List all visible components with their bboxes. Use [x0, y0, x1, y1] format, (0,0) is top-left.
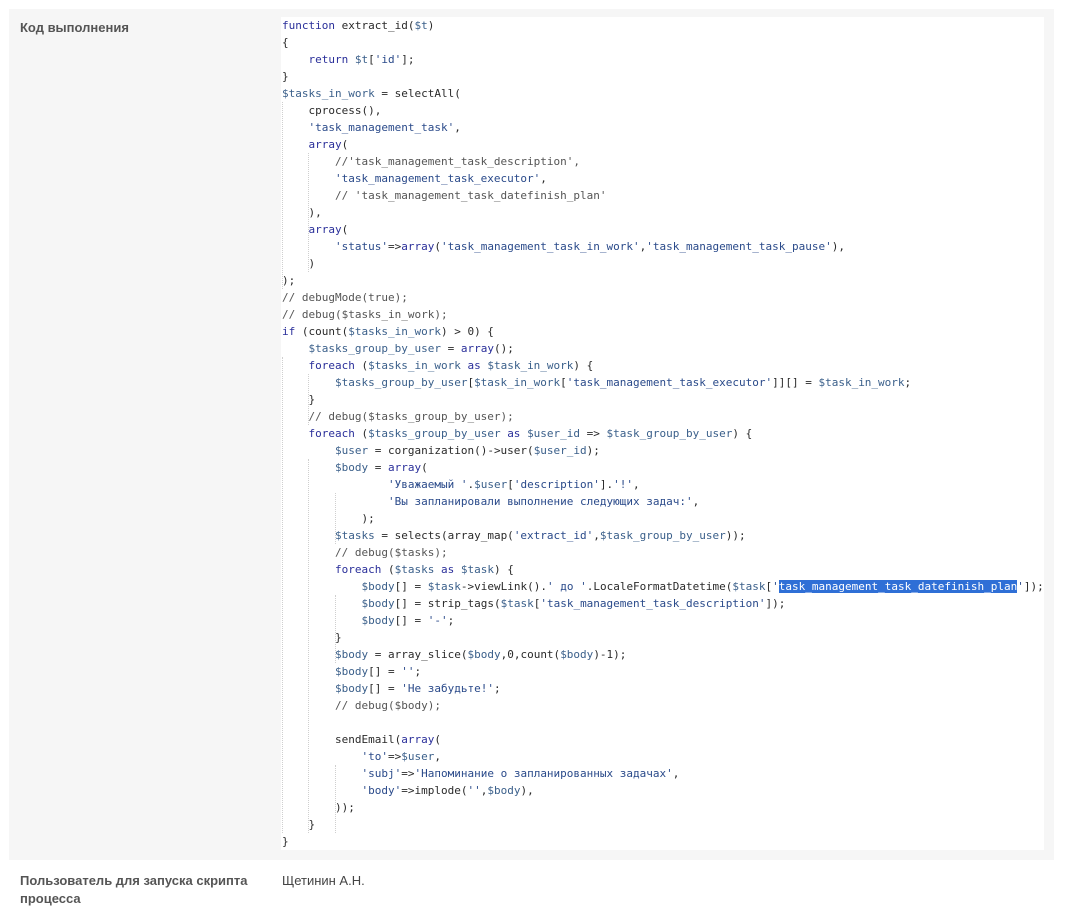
- user-field-label: Пользователь для запуска скрипта процесс…: [20, 873, 248, 906]
- selected-text: task_management_task_datefinish_plan: [778, 580, 1018, 593]
- user-field-value: Щетинин А.Н.: [282, 873, 365, 888]
- code-editor[interactable]: function extract_id($t) { return $t['id'…: [281, 17, 1044, 850]
- code-text[interactable]: function extract_id($t) { return $t['id'…: [282, 17, 1044, 850]
- code-field-label: Код выполнения: [20, 20, 129, 35]
